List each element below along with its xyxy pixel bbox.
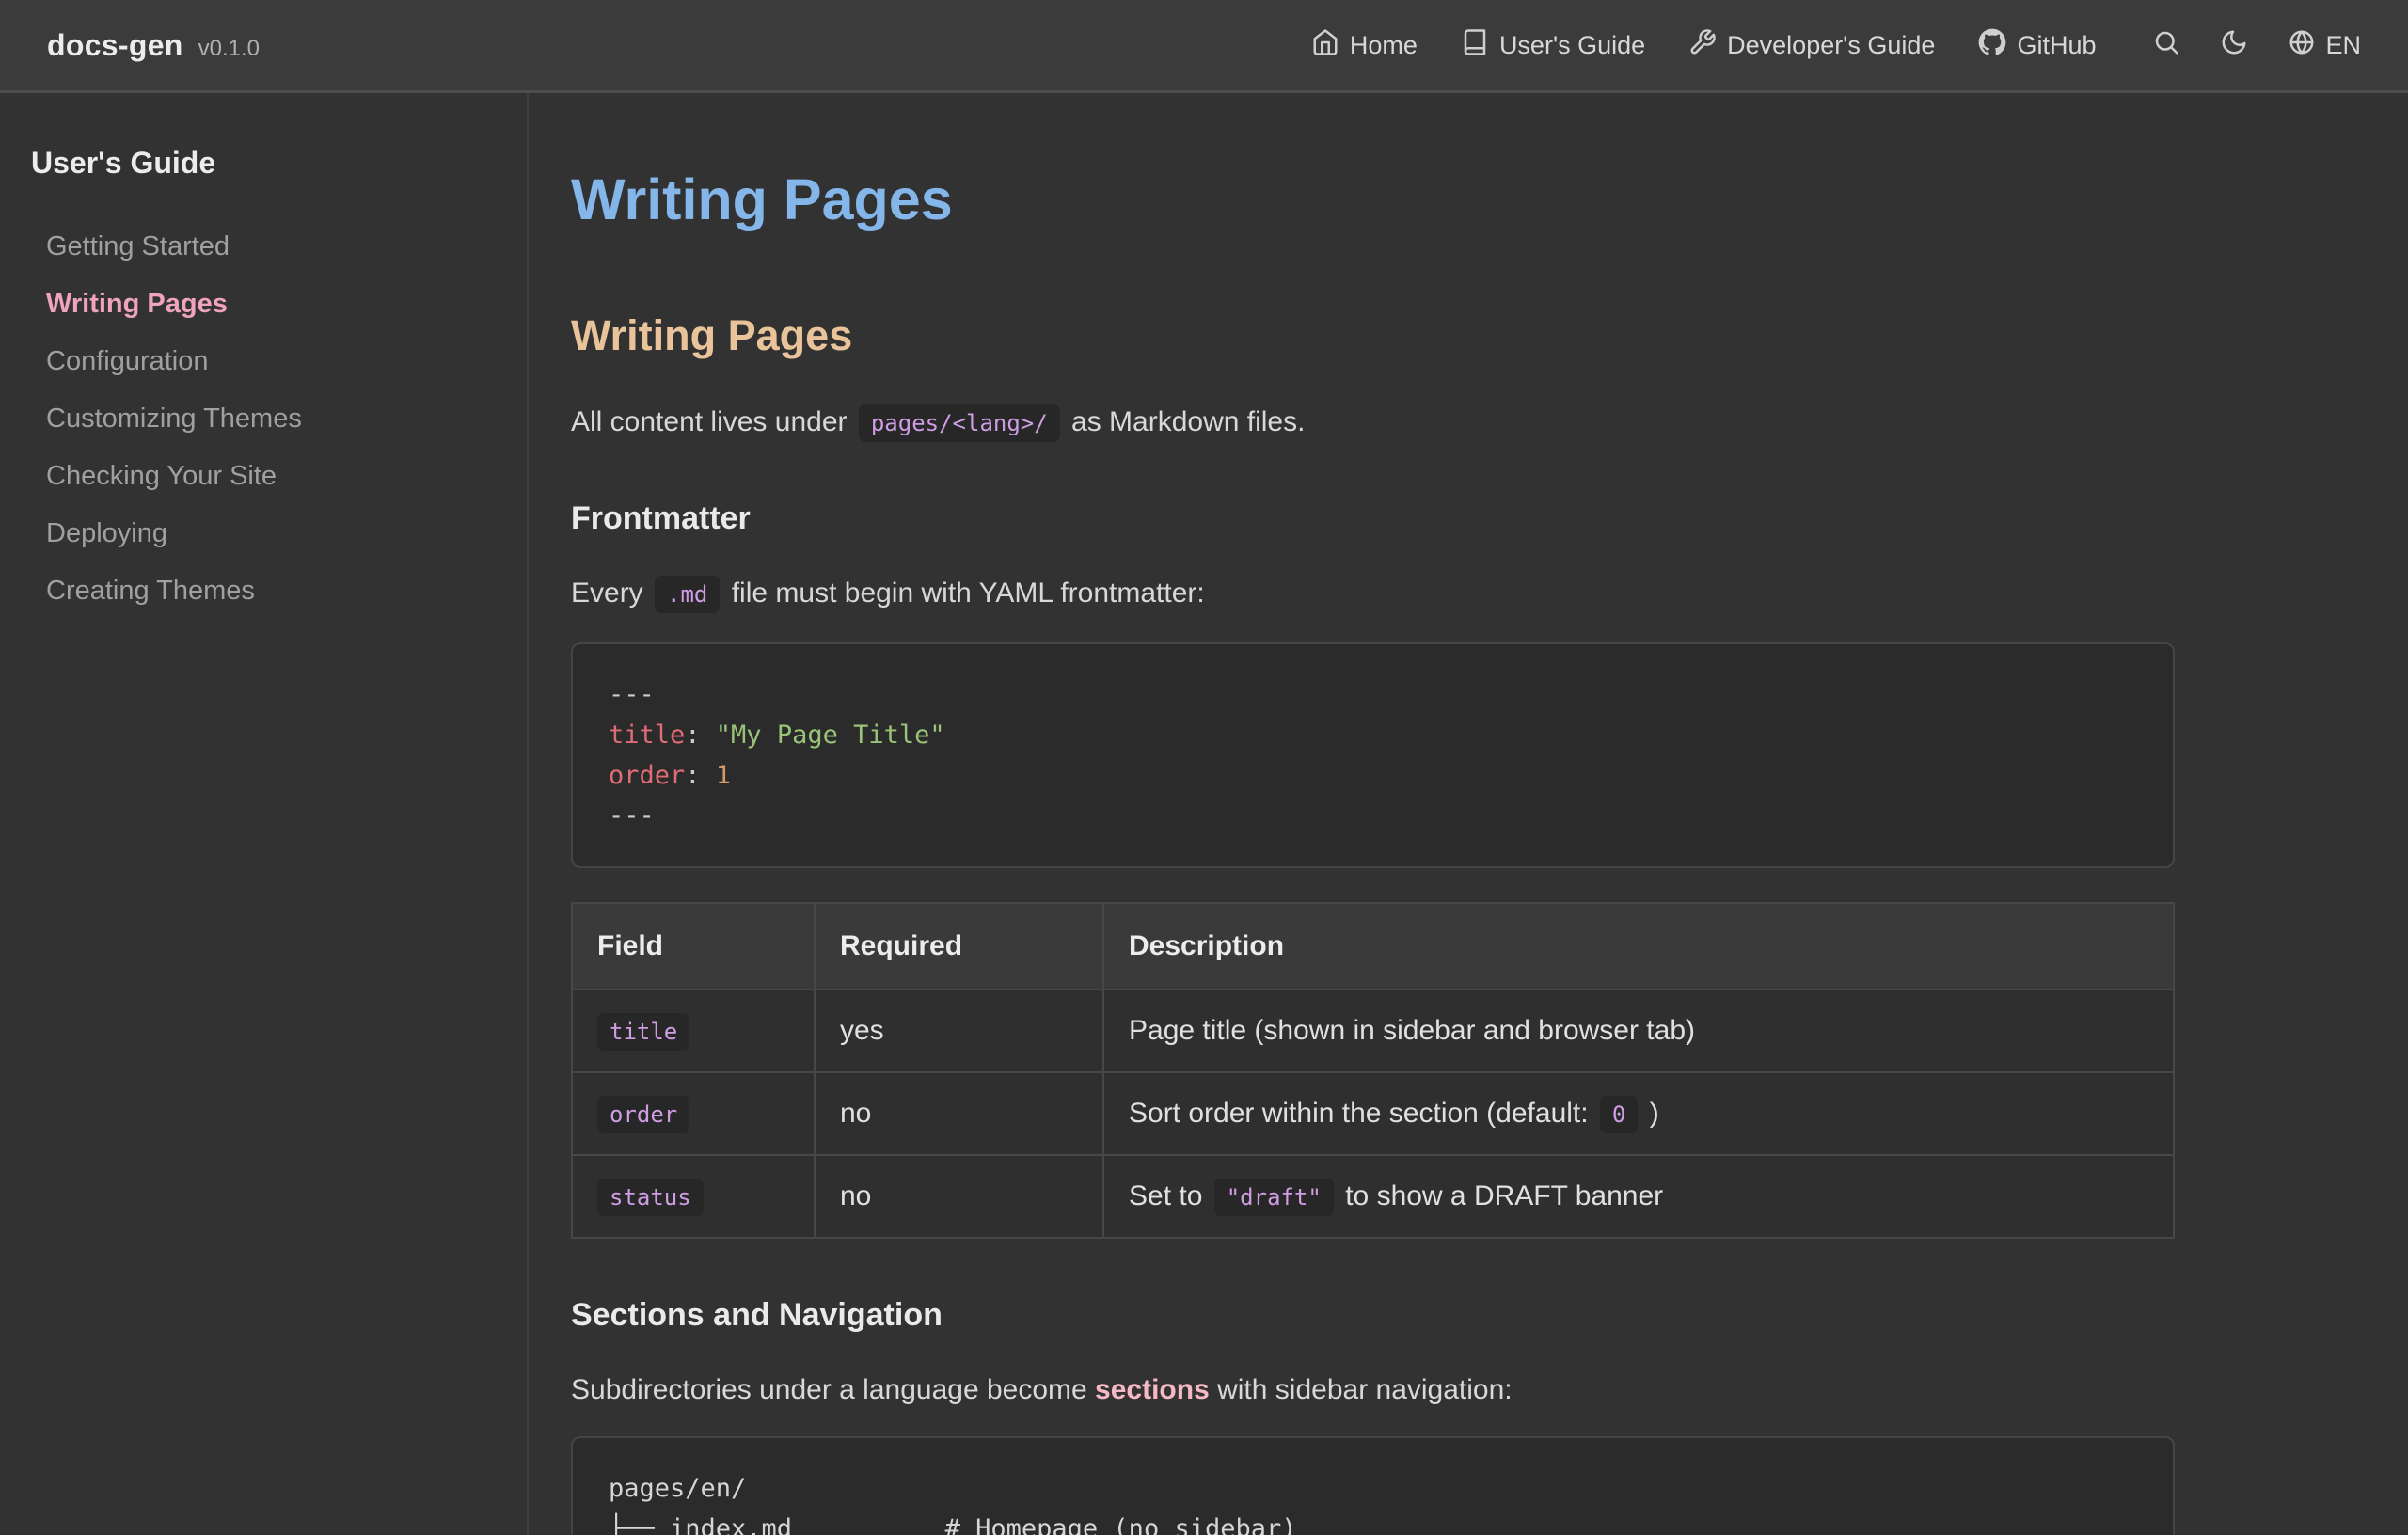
- required-cell: yes: [815, 989, 1103, 1072]
- table-row: status no Set to "draft" to show a DRAFT…: [572, 1155, 2174, 1238]
- globe-icon: [2288, 28, 2316, 63]
- sections-emphasis: sections: [1095, 1374, 1210, 1405]
- nav-link-home[interactable]: Home: [1311, 28, 1418, 63]
- inline-code-draft: "draft": [1214, 1179, 1334, 1216]
- page-title: Writing Pages: [571, 166, 2175, 232]
- sidebar-item-deploying[interactable]: Deploying: [46, 505, 499, 562]
- language-label: EN: [2325, 31, 2361, 60]
- frontmatter-fields-table: Field Required Description title yes Pag…: [571, 902, 2175, 1239]
- nav-link-label: Developer's Guide: [1727, 31, 1935, 60]
- column-header-field: Field: [572, 903, 815, 989]
- field-code-status: status: [597, 1179, 704, 1216]
- book-icon: [1461, 28, 1489, 63]
- table-header-row: Field Required Description: [572, 903, 2174, 989]
- app-logo: docs-gen: [47, 28, 183, 63]
- github-icon: [1978, 28, 2006, 63]
- yaml-code-block: ---title: "My Page Title"order: 1---: [571, 642, 2175, 868]
- search-icon: [2152, 28, 2180, 63]
- table-row: title yes Page title (shown in sidebar a…: [572, 989, 2174, 1072]
- column-header-required: Required: [815, 903, 1103, 989]
- sections-navigation-heading: Sections and Navigation: [571, 1297, 2175, 1334]
- description-cell: Sort order within the section (default: …: [1103, 1072, 2174, 1155]
- article-heading: Writing Pages: [571, 311, 2175, 360]
- frontmatter-paragraph: Every .md file must begin with YAML fron…: [571, 575, 2175, 613]
- sidebar-item-customizing-themes[interactable]: Customizing Themes: [46, 390, 499, 448]
- nav-link-developers-guide[interactable]: Developer's Guide: [1688, 28, 1935, 63]
- search-button[interactable]: [2152, 28, 2180, 63]
- inline-code-pages-lang: pages/<lang>/: [859, 404, 1060, 442]
- navbar-actions: EN: [2152, 28, 2361, 63]
- frontmatter-heading: Frontmatter: [571, 500, 2175, 537]
- sidebar-item-checking-your-site[interactable]: Checking Your Site: [46, 448, 499, 505]
- required-cell: no: [815, 1072, 1103, 1155]
- wrench-icon: [1688, 28, 1717, 63]
- nav-link-github[interactable]: GitHub: [1978, 28, 2096, 63]
- directory-tree-code-block: pages/en/├── index.md # Homepage (no sid…: [571, 1436, 2175, 1535]
- home-icon: [1311, 28, 1339, 63]
- description-cell: Set to "draft" to show a DRAFT banner: [1103, 1155, 2174, 1238]
- field-code-title: title: [597, 1013, 689, 1051]
- sections-paragraph: Subdirectories under a language become s…: [571, 1371, 2175, 1410]
- table-row: order no Sort order within the section (…: [572, 1072, 2174, 1155]
- inline-code-zero: 0: [1600, 1096, 1638, 1133]
- sidebar-item-writing-pages[interactable]: Writing Pages: [46, 276, 499, 333]
- language-selector[interactable]: EN: [2288, 28, 2361, 63]
- nav-link-users-guide[interactable]: User's Guide: [1461, 28, 1645, 63]
- top-navbar: docs-gen v0.1.0 Home User's Guide Develo…: [0, 0, 2408, 93]
- sidebar-item-creating-themes[interactable]: Creating Themes: [46, 562, 499, 620]
- nav-link-label: Home: [1350, 31, 1418, 60]
- column-header-description: Description: [1103, 903, 2174, 989]
- main-content: Writing Pages Writing Pages All content …: [529, 93, 2408, 1535]
- sidebar-item-configuration[interactable]: Configuration: [46, 333, 499, 390]
- nav-link-label: User's Guide: [1499, 31, 1645, 60]
- description-cell: Page title (shown in sidebar and browser…: [1103, 989, 2174, 1072]
- moon-icon: [2220, 28, 2248, 63]
- required-cell: no: [815, 1155, 1103, 1238]
- inline-code-md: .md: [655, 576, 720, 613]
- field-code-order: order: [597, 1096, 689, 1133]
- sidebar-nav: Getting Started Writing Pages Configurat…: [31, 218, 499, 620]
- navbar-links: Home User's Guide Developer's Guide GitH…: [1268, 28, 2361, 63]
- intro-paragraph: All content lives under pages/<lang>/ as…: [571, 404, 2175, 442]
- brand[interactable]: docs-gen v0.1.0: [47, 28, 260, 63]
- app-version: v0.1.0: [198, 36, 260, 62]
- sidebar-section-title: User's Guide: [31, 146, 499, 181]
- sidebar-item-getting-started[interactable]: Getting Started: [46, 218, 499, 276]
- sidebar: User's Guide Getting Started Writing Pag…: [0, 93, 529, 1535]
- nav-link-label: GitHub: [2017, 31, 2096, 60]
- theme-toggle-button[interactable]: [2220, 28, 2248, 63]
- docs-page: docs-gen v0.1.0 Home User's Guide Develo…: [0, 0, 2408, 1535]
